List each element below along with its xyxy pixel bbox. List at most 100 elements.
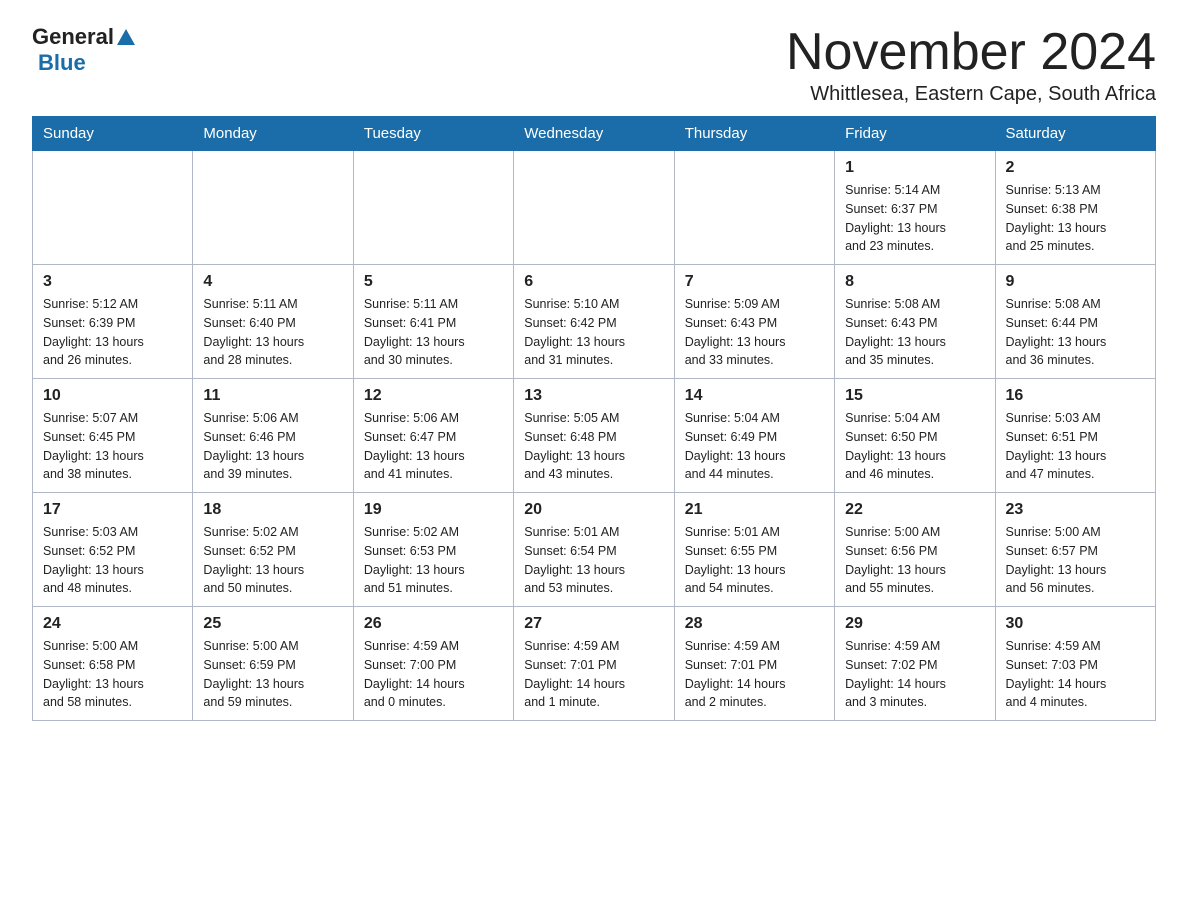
day-info: Sunrise: 5:00 AM Sunset: 6:58 PM Dayligh… [43,637,182,712]
calendar-cell: 23 Sunrise: 5:00 AM Sunset: 6:57 PM Dayli… [995,493,1155,607]
day-number: 1 [845,159,984,177]
day-number: 25 [203,615,342,633]
calendar-cell: 6 Sunrise: 5:10 AM Sunset: 6:42 PM Daylig… [514,265,674,379]
calendar-cell: 10Sunrise: 5:07 AM Sunset: 6:45 PM Dayli… [33,379,193,493]
calendar-header-friday: Friday [835,117,995,151]
day-info: Sunrise: 5:01 AM Sunset: 6:55 PM Dayligh… [685,523,824,598]
day-info: Sunrise: 5:11 AM Sunset: 6:40 PM Dayligh… [203,295,342,370]
day-number: 21 [685,501,824,519]
day-number: 24 [43,615,182,633]
calendar-cell: 2 Sunrise: 5:13 AM Sunset: 6:38 PM Daylig… [995,151,1155,265]
calendar-cell [353,151,513,265]
day-number: 27 [524,615,663,633]
day-number: 17 [43,501,182,519]
day-number: 4 [203,273,342,291]
calendar-cell: 8 Sunrise: 5:08 AM Sunset: 6:43 PM Daylig… [835,265,995,379]
calendar-cell: 27 Sunrise: 4:59 AM Sunset: 7:01 PM Dayli… [514,607,674,721]
calendar-cell: 20 Sunrise: 5:01 AM Sunset: 6:54 PM Dayli… [514,493,674,607]
header: General Blue November 2024 Whittlesea, E… [32,24,1156,106]
day-number: 6 [524,273,663,291]
day-number: 15 [845,387,984,405]
calendar-cell: 12Sunrise: 5:06 AM Sunset: 6:47 PM Dayli… [353,379,513,493]
calendar-cell [33,151,193,265]
day-number: 7 [685,273,824,291]
day-info: Sunrise: 5:03 AM Sunset: 6:52 PM Dayligh… [43,523,182,598]
calendar-header-row: SundayMondayTuesdayWednesdayThursdayFrid… [33,117,1156,151]
day-info: Sunrise: 4:59 AM Sunset: 7:01 PM Dayligh… [524,637,663,712]
day-info: Sunrise: 4:59 AM Sunset: 7:02 PM Dayligh… [845,637,984,712]
calendar-header-thursday: Thursday [674,117,834,151]
calendar-cell: 9 Sunrise: 5:08 AM Sunset: 6:44 PM Daylig… [995,265,1155,379]
day-number: 29 [845,615,984,633]
calendar-week-4: 17 Sunrise: 5:03 AM Sunset: 6:52 PM Dayli… [33,493,1156,607]
day-number: 13 [524,387,663,405]
calendar-cell: 3 Sunrise: 5:12 AM Sunset: 6:39 PM Daylig… [33,265,193,379]
calendar-cell: 30 Sunrise: 4:59 AM Sunset: 7:03 PM Dayli… [995,607,1155,721]
day-info: Sunrise: 4:59 AM Sunset: 7:01 PM Dayligh… [685,637,824,712]
calendar-cell: 1 Sunrise: 5:14 AM Sunset: 6:37 PM Daylig… [835,151,995,265]
day-info: Sunrise: 5:01 AM Sunset: 6:54 PM Dayligh… [524,523,663,598]
calendar-cell [514,151,674,265]
calendar-header-monday: Monday [193,117,353,151]
day-info: Sunrise: 5:00 AM Sunset: 6:57 PM Dayligh… [1006,523,1145,598]
month-title: November 2024 [786,24,1156,81]
day-info: Sunrise: 5:02 AM Sunset: 6:52 PM Dayligh… [203,523,342,598]
calendar-cell: 18 Sunrise: 5:02 AM Sunset: 6:52 PM Dayli… [193,493,353,607]
day-info: Sunrise: 5:08 AM Sunset: 6:44 PM Dayligh… [1006,295,1145,370]
day-number: 10 [43,387,182,405]
day-number: 9 [1006,273,1145,291]
calendar-header-sunday: Sunday [33,117,193,151]
calendar-cell: 5Sunrise: 5:11 AM Sunset: 6:41 PM Daylig… [353,265,513,379]
day-number: 26 [364,615,503,633]
calendar-cell: 11 Sunrise: 5:06 AM Sunset: 6:46 PM Dayli… [193,379,353,493]
day-number: 30 [1006,615,1145,633]
day-info: Sunrise: 5:14 AM Sunset: 6:37 PM Dayligh… [845,181,984,256]
calendar-cell: 14Sunrise: 5:04 AM Sunset: 6:49 PM Dayli… [674,379,834,493]
day-number: 18 [203,501,342,519]
title-block: November 2024 Whittlesea, Eastern Cape, … [786,24,1156,106]
calendar-cell: 19Sunrise: 5:02 AM Sunset: 6:53 PM Dayli… [353,493,513,607]
calendar-cell [674,151,834,265]
day-number: 11 [203,387,342,405]
day-info: Sunrise: 5:00 AM Sunset: 6:56 PM Dayligh… [845,523,984,598]
calendar-cell: 4 Sunrise: 5:11 AM Sunset: 6:40 PM Daylig… [193,265,353,379]
day-number: 16 [1006,387,1145,405]
day-number: 3 [43,273,182,291]
calendar-cell [193,151,353,265]
day-info: Sunrise: 5:13 AM Sunset: 6:38 PM Dayligh… [1006,181,1145,256]
logo: General Blue [32,24,135,76]
calendar-cell: 13 Sunrise: 5:05 AM Sunset: 6:48 PM Dayli… [514,379,674,493]
day-info: Sunrise: 5:12 AM Sunset: 6:39 PM Dayligh… [43,295,182,370]
day-number: 20 [524,501,663,519]
day-number: 8 [845,273,984,291]
logo-blue-text: Blue [38,50,86,75]
calendar-cell: 21 Sunrise: 5:01 AM Sunset: 6:55 PM Dayli… [674,493,834,607]
day-number: 22 [845,501,984,519]
calendar-header-tuesday: Tuesday [353,117,513,151]
day-info: Sunrise: 5:00 AM Sunset: 6:59 PM Dayligh… [203,637,342,712]
day-info: Sunrise: 5:04 AM Sunset: 6:50 PM Dayligh… [845,409,984,484]
calendar-cell: 25 Sunrise: 5:00 AM Sunset: 6:59 PM Dayli… [193,607,353,721]
calendar-cell: 15 Sunrise: 5:04 AM Sunset: 6:50 PM Dayli… [835,379,995,493]
day-info: Sunrise: 4:59 AM Sunset: 7:03 PM Dayligh… [1006,637,1145,712]
calendar-week-1: 1 Sunrise: 5:14 AM Sunset: 6:37 PM Daylig… [33,151,1156,265]
day-info: Sunrise: 5:08 AM Sunset: 6:43 PM Dayligh… [845,295,984,370]
location-title: Whittlesea, Eastern Cape, South Africa [786,83,1156,106]
calendar-week-5: 24 Sunrise: 5:00 AM Sunset: 6:58 PM Dayli… [33,607,1156,721]
day-number: 5 [364,273,503,291]
calendar-cell: 22 Sunrise: 5:00 AM Sunset: 6:56 PM Dayli… [835,493,995,607]
day-info: Sunrise: 5:06 AM Sunset: 6:46 PM Dayligh… [203,409,342,484]
logo-general-text: General [32,24,114,50]
calendar-cell: 28Sunrise: 4:59 AM Sunset: 7:01 PM Dayli… [674,607,834,721]
day-info: Sunrise: 5:04 AM Sunset: 6:49 PM Dayligh… [685,409,824,484]
day-number: 2 [1006,159,1145,177]
calendar: SundayMondayTuesdayWednesdayThursdayFrid… [32,116,1156,721]
day-info: Sunrise: 5:10 AM Sunset: 6:42 PM Dayligh… [524,295,663,370]
calendar-week-3: 10Sunrise: 5:07 AM Sunset: 6:45 PM Dayli… [33,379,1156,493]
day-info: Sunrise: 5:09 AM Sunset: 6:43 PM Dayligh… [685,295,824,370]
day-info: Sunrise: 5:05 AM Sunset: 6:48 PM Dayligh… [524,409,663,484]
day-number: 23 [1006,501,1145,519]
day-number: 12 [364,387,503,405]
calendar-cell: 26Sunrise: 4:59 AM Sunset: 7:00 PM Dayli… [353,607,513,721]
day-number: 19 [364,501,503,519]
